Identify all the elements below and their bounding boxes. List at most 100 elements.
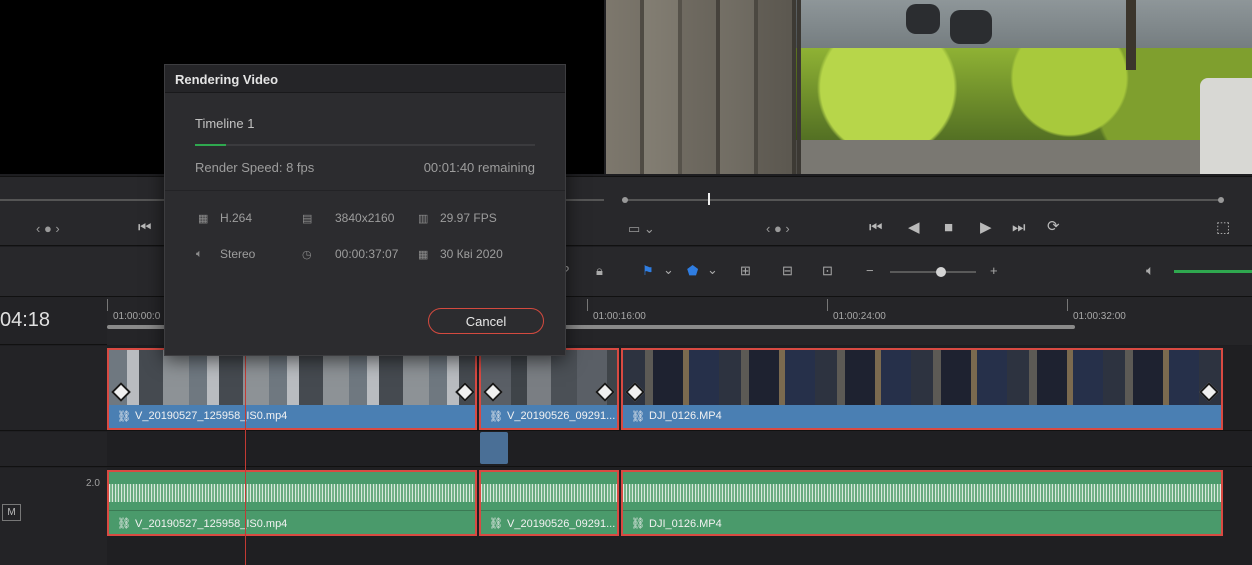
play-icon[interactable]: ▶ [980, 220, 992, 236]
zoom-out-icon[interactable]: − [866, 264, 874, 278]
clip-name: V_20190526_09291... [507, 518, 616, 530]
render-progress-fill [195, 144, 226, 146]
title-clip[interactable] [480, 432, 508, 464]
duration-value: 00:00:37:07 [335, 247, 399, 261]
timeline-timecode: 04:18 [0, 309, 51, 331]
audio-clip[interactable]: V_20190527_125958_IS0.mp4 ⛓ [107, 470, 477, 536]
ruler-tick [1067, 299, 1068, 311]
audio-clip[interactable]: V_20190526_09291... ⛓ [479, 470, 619, 536]
marker-icon[interactable]: ⬟ [687, 264, 698, 278]
lane-divider [0, 430, 1252, 431]
zoom-slider[interactable] [890, 271, 976, 273]
scrub-end-marker [1218, 197, 1224, 203]
scrub-start-marker [622, 197, 628, 203]
job-name: Timeline 1 [195, 116, 255, 131]
viewer-ground [796, 140, 1252, 174]
skip-end-icon[interactable]: ⏭ [1012, 220, 1026, 236]
audio-icon: 🔈︎ [196, 248, 203, 260]
mute-button[interactable]: M [2, 504, 21, 521]
date-value: 30 Квi 2020 [440, 247, 503, 261]
clock-icon: ◷ [302, 249, 312, 261]
volume-slider[interactable] [1174, 270, 1252, 273]
clip-thumbnails [623, 350, 1221, 406]
video-clip[interactable]: V_20190526_09291... ⛓ [479, 348, 619, 430]
clip-name: V_20190527_125958_IS0.mp4 [135, 518, 288, 530]
video-clip[interactable]: V_20190527_125958_IS0.mp4 ⛓ [107, 348, 477, 430]
link-icon: ⛓ [117, 518, 131, 530]
clip-thumbnails [481, 350, 617, 406]
time-remaining: 00:01:40 remaining [423, 160, 535, 175]
viewer-playhead[interactable] [708, 193, 710, 205]
play-reverse-icon[interactable]: ◀ [908, 220, 920, 236]
dialog-divider [165, 190, 565, 191]
audio-center-line [623, 510, 1221, 511]
lock-icon[interactable]: 🔒︎ [596, 264, 603, 278]
ruler-label: 01:00:32:00 [1073, 311, 1126, 322]
link-icon: ⛓ [117, 411, 131, 423]
skip-start-icon[interactable]: ⏮ [869, 220, 883, 236]
zoom-in-icon[interactable]: + [990, 264, 998, 278]
viewer-trash-bin [1200, 78, 1252, 174]
loop-icon[interactable]: ⟳ [1047, 219, 1060, 235]
calendar-icon: ▦ [418, 249, 429, 261]
clip-thumbnails [109, 350, 475, 406]
resolution-value: 3840x2160 [335, 211, 395, 225]
link-icon: ⛓ [489, 411, 503, 423]
audio-waveform [109, 484, 475, 502]
timeline-jog-control[interactable]: ‹ ● › [766, 221, 790, 236]
dialog-header: Rendering Video [165, 65, 565, 93]
link-icon: ⛓ [489, 518, 503, 530]
zoom-custom-icon[interactable]: ⊡ [822, 264, 833, 278]
zoom-slider-knob[interactable] [936, 267, 946, 277]
volume-icon[interactable]: 🔈︎ [1146, 263, 1154, 277]
video-track-header[interactable] [0, 346, 107, 430]
audio-level-label: 2.0 [86, 478, 100, 489]
framerate-icon: ▥ [418, 213, 429, 225]
clip-name: DJI_0126.MP4 [649, 410, 722, 422]
viewer-scooter [906, 4, 940, 34]
link-icon: ⛓ [631, 411, 645, 423]
audio-waveform [623, 484, 1221, 502]
timeline-viewer[interactable] [606, 0, 1252, 174]
clip-name: DJI_0126.MP4 [649, 518, 722, 530]
clip-name-bar: V_20190527_125958_IS0.mp4 [109, 405, 475, 428]
ruler-tick [107, 299, 108, 311]
fullscreen-icon[interactable]: ⬚ [1216, 220, 1230, 236]
render-speed: Render Speed: 8 fps [195, 160, 315, 175]
source-jog-control[interactable]: ‹ ● › [36, 221, 60, 236]
video-track-header-2[interactable] [0, 432, 107, 466]
source-skip-start-icon[interactable]: ⏮ [138, 220, 152, 236]
link-icon: ⛓ [631, 518, 645, 530]
ruler-label: 01:00:00:0 [113, 311, 161, 322]
clip-name: V_20190527_125958_IS0.mp4 [135, 410, 288, 422]
zoom-full-icon[interactable]: ⊞ [740, 264, 751, 278]
audio-center-line [481, 510, 617, 511]
ruler-label: 01:00:16:00 [593, 311, 646, 322]
ruler-tick [587, 299, 588, 311]
audio-clip[interactable]: DJI_0126.MP4 ⛓ [621, 470, 1223, 536]
viewer-tree [1126, 0, 1136, 70]
cancel-button[interactable]: Cancel [428, 308, 544, 334]
codec-icon: ▦ [198, 213, 209, 225]
flag-dropdown-icon[interactable]: ⌄ [663, 263, 674, 277]
audio-clip-label: DJI_0126.MP4 [623, 514, 1221, 534]
timeline-scrub-bar[interactable] [622, 199, 1222, 201]
marker-dropdown-icon[interactable]: ⌄ [707, 263, 718, 277]
stop-icon[interactable]: ■ [944, 220, 953, 236]
viewer-pillar [606, 0, 801, 174]
resolution-icon: ▤ [302, 213, 313, 225]
audio-clip-label: V_20190527_125958_IS0.mp4 [109, 514, 475, 534]
zoom-detail-icon[interactable]: ⊟ [782, 264, 793, 278]
viewer-crop-icon[interactable]: ▭ ⌄ [628, 221, 655, 237]
lane-divider [0, 466, 1252, 467]
audio-track-header[interactable]: 2.0 M [0, 468, 107, 565]
ruler-label: 01:00:24:00 [833, 311, 886, 322]
clip-name: V_20190526_09291... [507, 410, 616, 422]
audio-value: Stereo [220, 247, 256, 261]
ruler-tick [827, 299, 828, 311]
timeline-body: 2.0 M V_20190527_125958_IS0.mp4 ⛓ V_2019… [0, 346, 1252, 565]
video-clip[interactable]: DJI_0126.MP4 ⛓ [621, 348, 1223, 430]
audio-center-line [109, 510, 475, 511]
flag-icon[interactable]: ⚑ [642, 264, 654, 278]
framerate-value: 29.97 FPS [440, 211, 497, 225]
